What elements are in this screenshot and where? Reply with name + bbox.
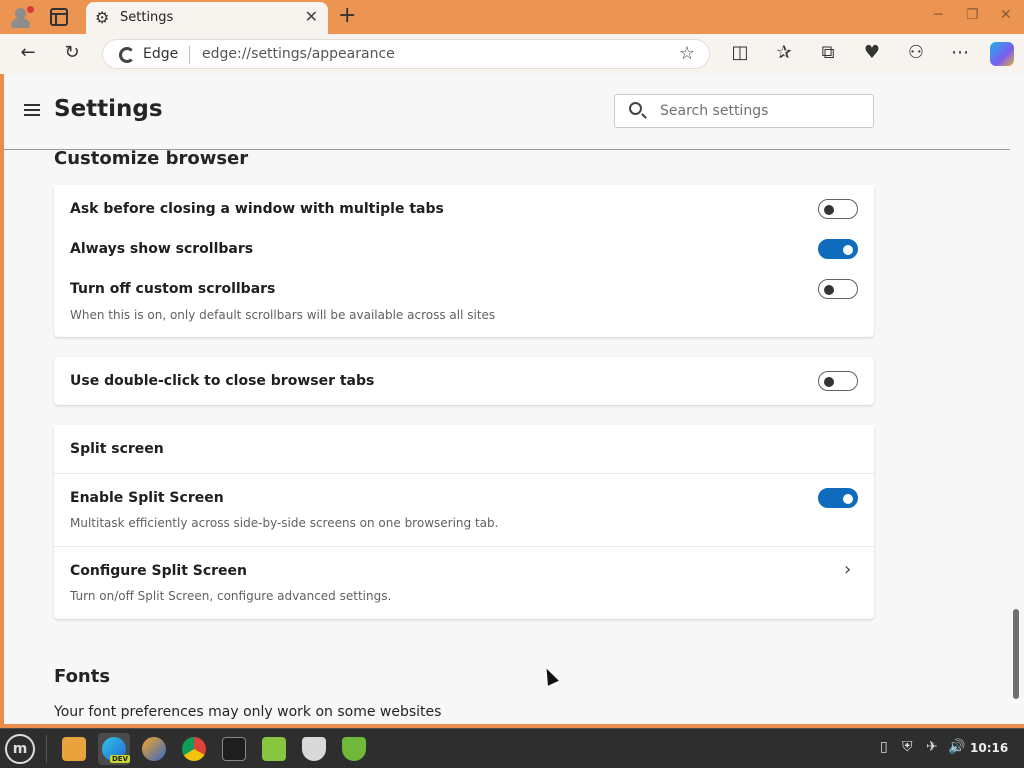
taskbar: m DEV ▯ ⛨ ✈ 🔊 10:16 <box>0 728 1024 768</box>
gear-icon: ⚙ <box>95 8 110 27</box>
row-desc-configure-split-screen: Turn on/off Split Screen, configure adva… <box>70 589 392 603</box>
shield-app-icon[interactable] <box>298 733 330 765</box>
omnibox-separator <box>189 46 190 64</box>
firefox-app-icon[interactable] <box>138 733 170 765</box>
row-desc-turn-off-custom-scrollbars: When this is on, only default scrollbars… <box>70 308 496 322</box>
edge-dev-app-icon[interactable]: DEV <box>98 733 131 765</box>
mint-update-app-icon[interactable] <box>258 733 290 765</box>
toggle-ask-before-closing[interactable] <box>818 199 858 219</box>
clipboard-tray-icon[interactable]: ▯ <box>880 739 888 755</box>
double-click-card: Use double-click to close browser tabs <box>54 357 874 405</box>
split-screen-card: Split screen Enable Split Screen Multita… <box>54 425 874 619</box>
files-app-icon[interactable] <box>58 733 90 765</box>
tab-settings[interactable]: ⚙ Settings ✕ <box>86 2 328 34</box>
page-title: Settings <box>54 96 163 122</box>
row-desc-enable-split-screen: Multitask efficiently across side-by-sid… <box>70 516 499 530</box>
more-menu-icon[interactable]: ⋯ <box>948 42 972 63</box>
row-label-double-click-close: Use double-click to close browser tabs <box>70 373 375 389</box>
dev-badge: DEV <box>110 755 131 763</box>
favorites-icon[interactable]: ✰ <box>772 42 796 63</box>
update-manager-app-icon[interactable] <box>338 733 370 765</box>
address-bar[interactable]: Edge edge://settings/appearance ☆ <box>102 39 710 69</box>
toggle-enable-split-screen[interactable] <box>818 488 858 508</box>
search-placeholder: Search settings <box>660 103 769 119</box>
divider <box>54 473 874 474</box>
section-title-fonts: Fonts <box>54 666 111 687</box>
chrome-app-icon[interactable] <box>178 733 210 765</box>
scrollbar-thumb[interactable] <box>1013 609 1019 699</box>
edge-logo-icon <box>119 47 135 63</box>
split-screen-heading: Split screen <box>70 441 164 457</box>
minimize-icon[interactable]: ─ <box>934 7 942 23</box>
search-input[interactable]: Search settings <box>614 94 874 128</box>
tab-actions-icon[interactable] <box>50 8 68 26</box>
back-icon[interactable]: ← <box>16 42 40 63</box>
url-text[interactable]: edge://settings/appearance <box>202 46 395 62</box>
start-menu-icon[interactable]: m <box>5 734 35 764</box>
tab-title: Settings <box>120 10 174 25</box>
settings-page: Settings Search settings Customize brows… <box>4 74 1024 724</box>
customize-card: Ask before closing a window with multipl… <box>54 185 874 337</box>
row-label-always-show-scrollbars: Always show scrollbars <box>70 241 254 257</box>
browser-toolbar: ← ↻ Edge edge://settings/appearance ☆ ◫ … <box>0 34 1024 74</box>
new-tab-icon[interactable]: + <box>338 3 356 28</box>
refresh-icon[interactable]: ↻ <box>60 42 84 63</box>
configure-split-screen-row[interactable]: Configure Split Screen Turn on/off Split… <box>54 547 874 619</box>
hamburger-menu-icon[interactable] <box>24 104 40 116</box>
profile-icon[interactable] <box>8 5 34 29</box>
toggle-double-click-close[interactable] <box>818 371 858 391</box>
taskbar-separator <box>46 735 47 763</box>
section-title-customize: Customize browser <box>54 148 249 169</box>
toggle-always-show-scrollbars[interactable] <box>818 239 858 259</box>
close-tab-icon[interactable]: ✕ <box>305 7 318 26</box>
row-label-enable-split-screen: Enable Split Screen <box>70 490 224 506</box>
favorite-star-icon[interactable]: ☆ <box>679 43 695 64</box>
collections-icon[interactable]: ⧉ <box>816 42 840 63</box>
restore-icon[interactable]: ❐ <box>966 7 979 23</box>
omnibox-brand: Edge <box>143 46 179 62</box>
fonts-description: Your font preferences may only work on s… <box>54 704 442 720</box>
clock[interactable]: 10:16 <box>970 741 1008 755</box>
row-label-turn-off-custom-scrollbars: Turn off custom scrollbars <box>70 281 276 297</box>
window-close-icon[interactable]: ✕ <box>1000 7 1012 23</box>
browser-essentials-icon[interactable]: ♥ <box>860 42 884 63</box>
row-label-configure-split-screen: Configure Split Screen <box>70 563 248 579</box>
title-bar: ⚙ Settings ✕ + ─ ❐ ✕ <box>0 0 1024 34</box>
row-label-ask-before-closing: Ask before closing a window with multipl… <box>70 201 444 217</box>
chevron-right-icon: › <box>844 559 852 580</box>
page-scrollbar[interactable] <box>1010 74 1024 724</box>
split-screen-icon[interactable]: ◫ <box>728 42 752 63</box>
shield-tray-icon[interactable]: ⛨ <box>902 739 913 755</box>
extensions-icon[interactable]: ⚇ <box>904 42 928 63</box>
copilot-icon[interactable] <box>990 42 1014 66</box>
volume-tray-icon[interactable]: 🔊 <box>948 739 965 755</box>
network-tray-icon[interactable]: ✈ <box>926 739 938 755</box>
terminal-app-icon[interactable] <box>218 733 250 765</box>
toggle-turn-off-custom-scrollbars[interactable] <box>818 279 858 299</box>
search-icon <box>629 102 642 115</box>
